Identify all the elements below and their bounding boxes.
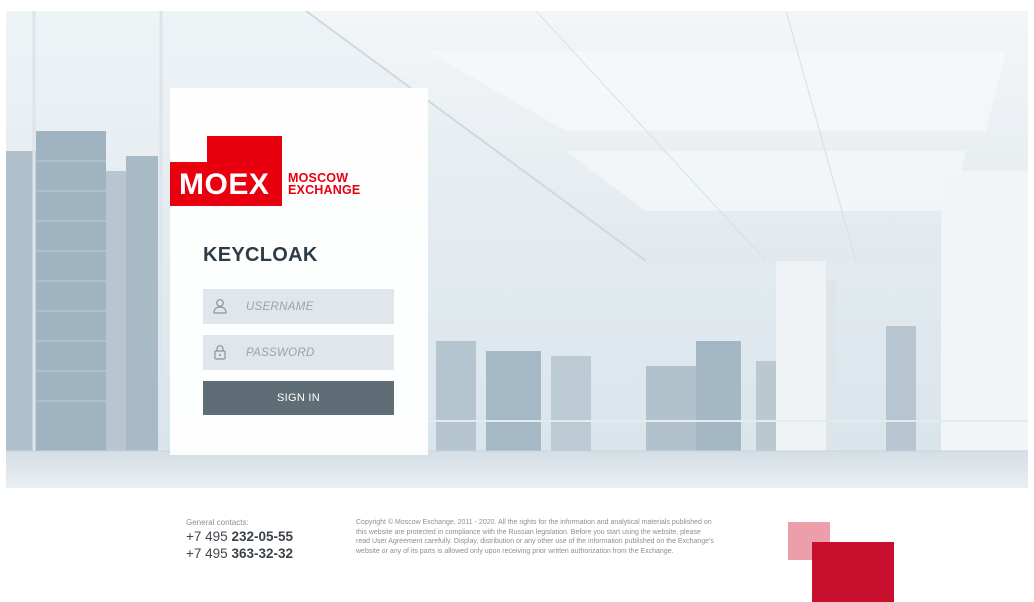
deco-red-square	[812, 542, 894, 602]
logo-line-2: EXCHANGE	[288, 183, 361, 197]
office-window-illustration	[6, 11, 1028, 488]
phone-prefix: +7 495	[186, 529, 228, 544]
login-card: MOEX MOSCOW EXCHANGE KEYCLOAK SIGN IN	[170, 88, 428, 455]
footer-decoration	[788, 522, 898, 602]
phone-main: 232-05-55	[231, 529, 293, 544]
sign-in-button[interactable]: SIGN IN	[203, 381, 394, 415]
footer: General contacts: +7 495 232-05-55 +7 49…	[0, 488, 1034, 602]
phone-main: 363-32-32	[231, 546, 293, 561]
password-input[interactable]	[246, 335, 386, 370]
contacts-label: General contacts:	[186, 518, 249, 527]
lock-icon	[214, 345, 226, 360]
login-page: MOEX MOSCOW EXCHANGE KEYCLOAK SIGN IN	[0, 0, 1034, 602]
phone-number[interactable]: +7 495 232-05-55	[186, 528, 326, 545]
background-scene	[6, 11, 1028, 488]
username-input[interactable]	[246, 289, 386, 324]
phone-number[interactable]: +7 495 363-32-32	[186, 545, 326, 562]
moex-logo: MOEX MOSCOW EXCHANGE	[170, 136, 380, 206]
password-field[interactable]	[203, 335, 394, 370]
logo-mark: MOEX	[179, 168, 270, 201]
phone-prefix: +7 495	[186, 546, 228, 561]
page-title: KEYCLOAK	[203, 244, 318, 266]
username-field[interactable]	[203, 289, 394, 324]
general-contacts: General contacts: +7 495 232-05-55 +7 49…	[186, 518, 326, 562]
copyright-text: Copyright © Moscow Exchange, 2011 - 2020…	[356, 519, 714, 555]
logo-text: MOSCOW EXCHANGE	[288, 172, 361, 197]
user-icon	[213, 299, 227, 314]
